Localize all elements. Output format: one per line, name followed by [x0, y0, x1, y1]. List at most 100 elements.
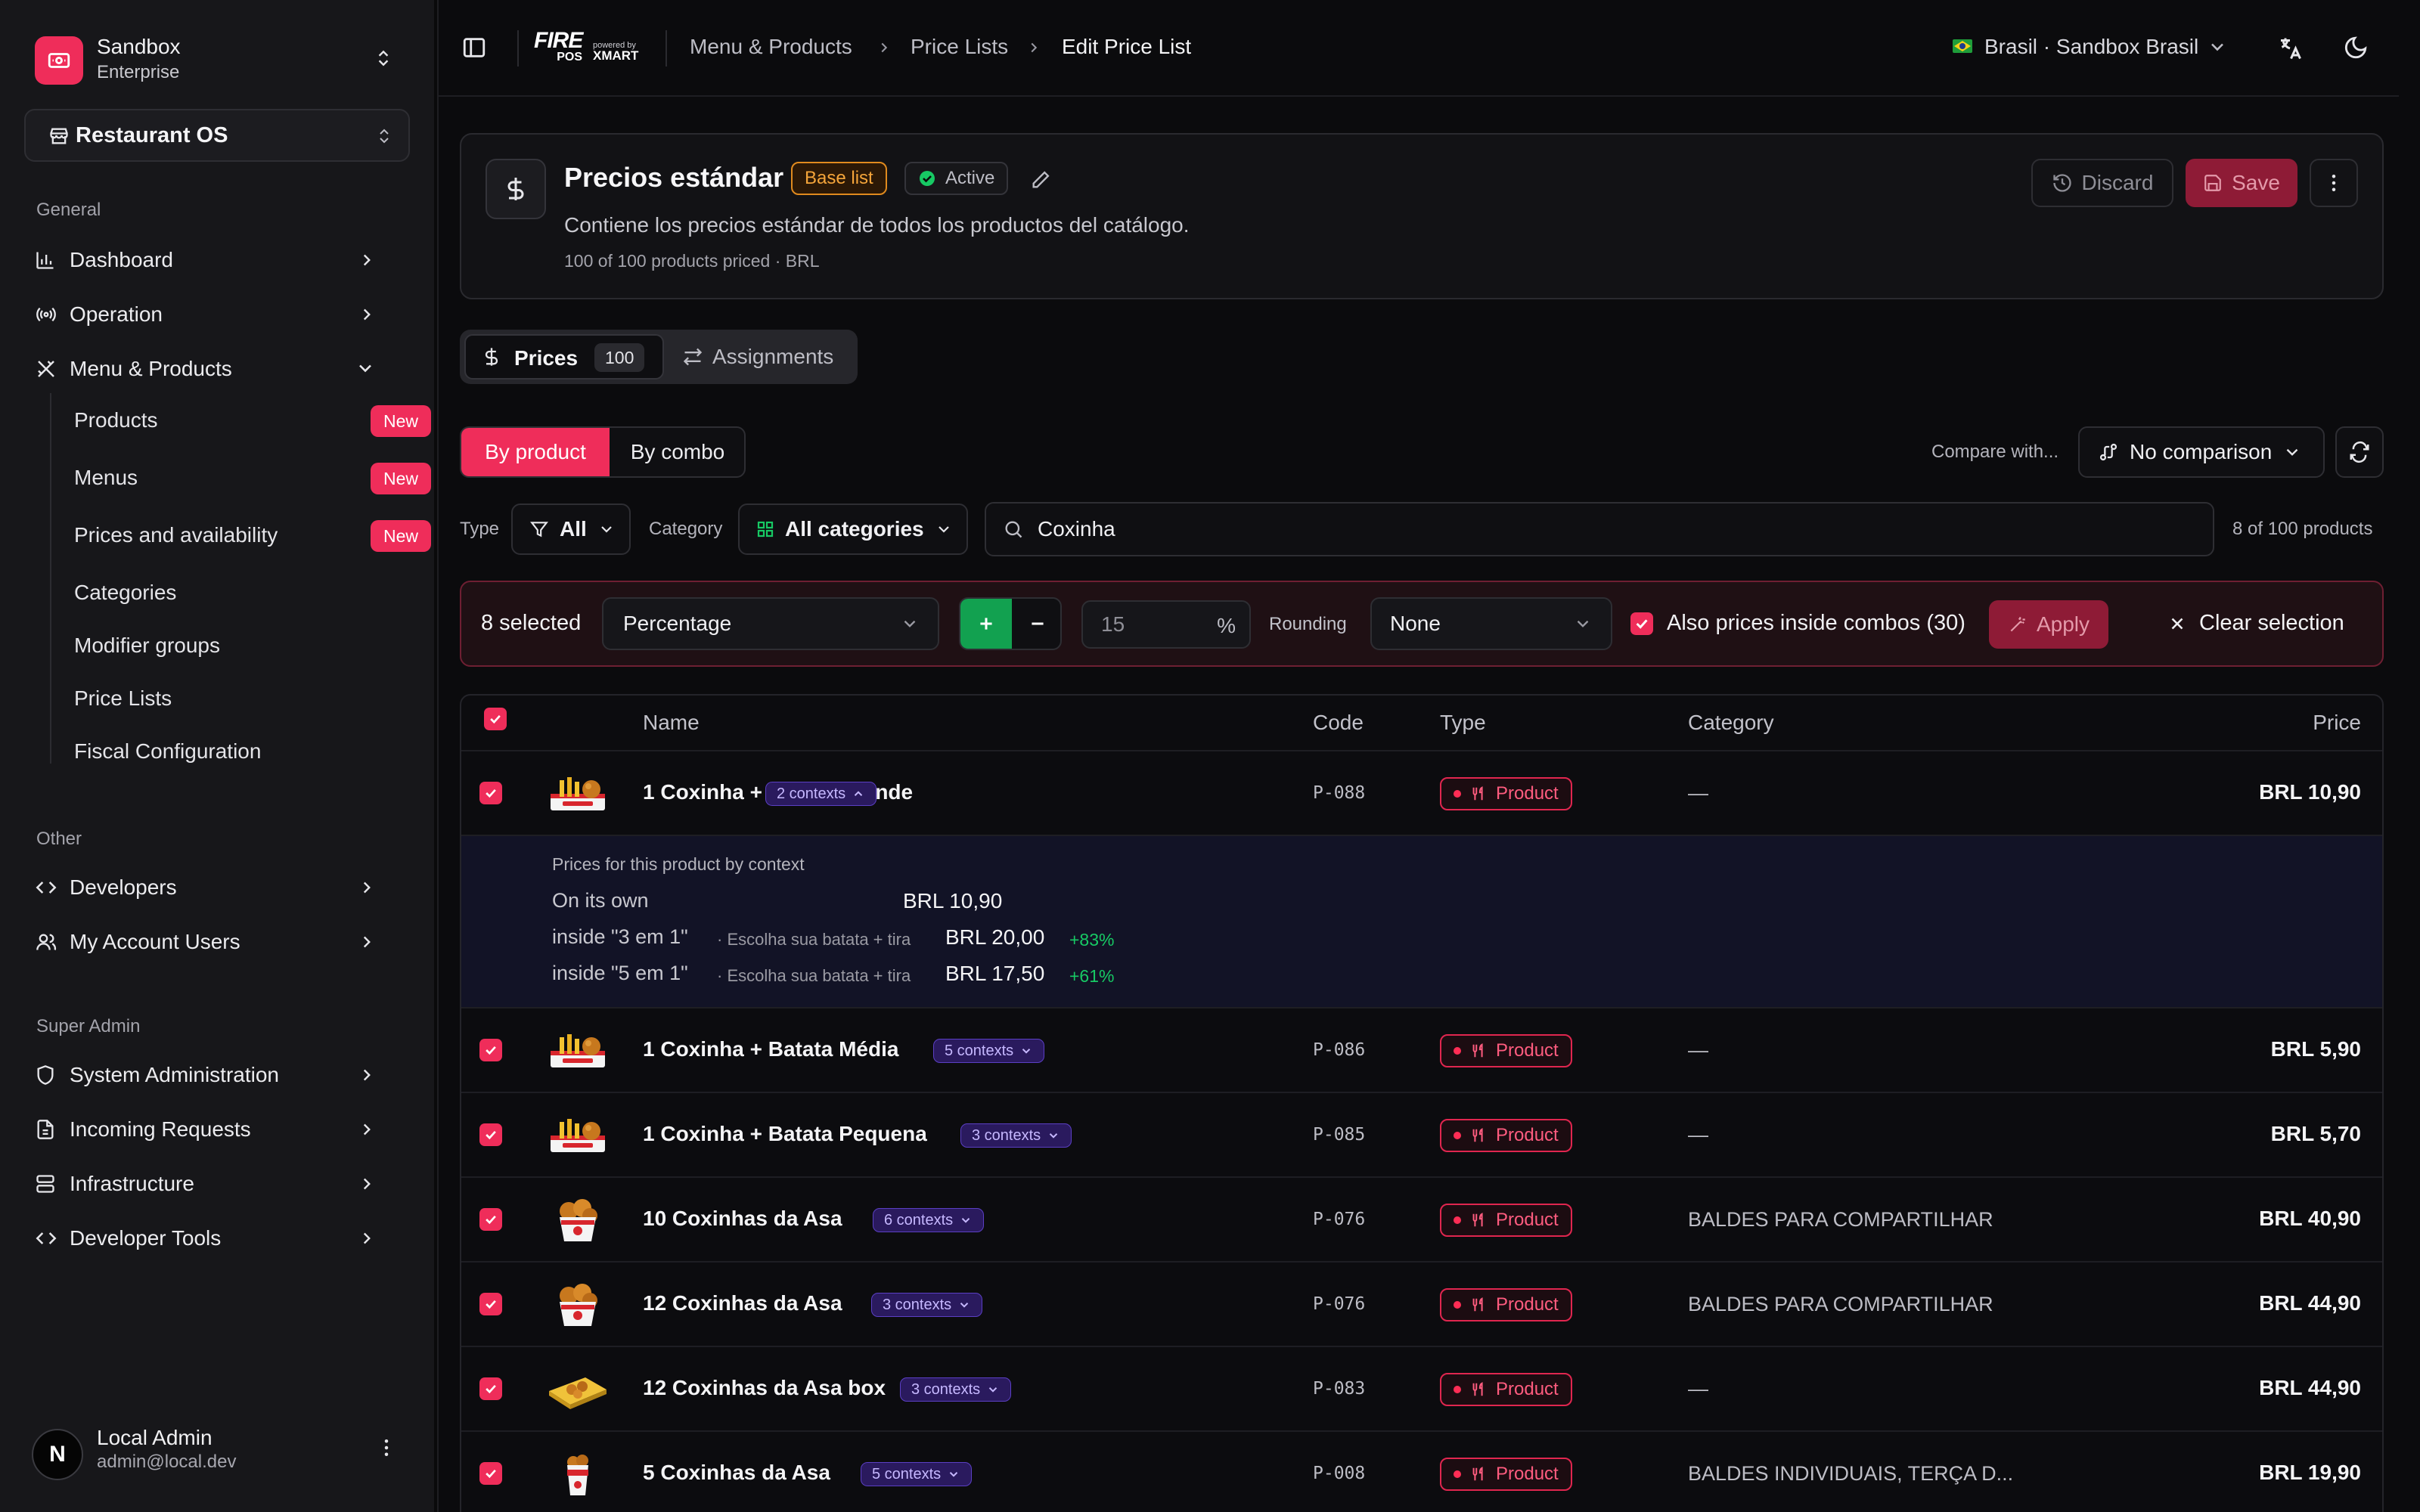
- column-header-category[interactable]: Category: [1688, 696, 1774, 750]
- row-checkbox[interactable]: [479, 1293, 502, 1315]
- tab-prices-label: Prices: [514, 346, 579, 370]
- contexts-toggle[interactable]: 3 contexts: [900, 1377, 1012, 1402]
- table-row[interactable]: 1 Coxinha + Batata Média 5 contexts P-086 P…: [461, 1007, 2382, 1092]
- contexts-toggle[interactable]: 5 contexts: [861, 1462, 973, 1486]
- nav-operation[interactable]: Operation: [35, 293, 405, 336]
- category-filter-select[interactable]: All categories: [738, 503, 968, 555]
- avatar[interactable]: N: [32, 1429, 83, 1480]
- topbar-separator: [517, 30, 519, 67]
- decrease-button[interactable]: [1012, 599, 1060, 649]
- select-all-checkbox[interactable]: [484, 708, 507, 730]
- nav-label: System Administration: [70, 1063, 279, 1086]
- contexts-toggle[interactable]: 6 contexts: [873, 1208, 985, 1232]
- context-prices-panel: Prices for this product by context On it…: [461, 835, 2382, 1009]
- discard-button[interactable]: Discard: [2031, 159, 2173, 207]
- more-actions-button[interactable]: [2310, 159, 2358, 207]
- save-button[interactable]: Save: [2186, 159, 2297, 207]
- row-checkbox[interactable]: [479, 1462, 502, 1485]
- sub-item-menus[interactable]: Menus New: [74, 463, 432, 503]
- row-checkbox[interactable]: [479, 1377, 502, 1400]
- by-combo-button[interactable]: By combo: [610, 428, 744, 476]
- tab-prices[interactable]: Prices 100: [464, 334, 664, 380]
- rounding-select[interactable]: None: [1370, 597, 1612, 650]
- adjust-amount-input[interactable]: 15 %: [1081, 600, 1251, 649]
- sub-item-categories[interactable]: Categories: [74, 581, 176, 605]
- nav-developers[interactable]: Developers: [35, 866, 405, 909]
- adjust-mode-select[interactable]: Percentage: [602, 597, 939, 650]
- table-row[interactable]: 1 Coxinha + Batata Grande2 contextsP-088…: [461, 750, 2382, 835]
- type-filter-select[interactable]: All: [511, 503, 631, 555]
- clear-selection-button[interactable]: Clear selection: [2167, 611, 2344, 636]
- by-product-button[interactable]: By product: [461, 428, 610, 476]
- table-row[interactable]: 1 Coxinha + Batata Pequena 3 contexts P-08…: [461, 1092, 2382, 1176]
- table-row[interactable]: 5 Coxinhas da Asa 5 contexts P-008 Product B…: [461, 1430, 2382, 1512]
- org-name[interactable]: Sandbox: [97, 35, 181, 59]
- sub-item-price-lists[interactable]: Price Lists: [74, 686, 172, 711]
- nav-menu-products[interactable]: Menu & Products: [35, 348, 405, 390]
- nav-infrastructure[interactable]: Infrastructure: [35, 1163, 405, 1205]
- region-selector[interactable]: Brasil · Sandbox Brasil: [1984, 35, 2198, 59]
- compare-select[interactable]: No comparison: [2078, 426, 2325, 478]
- table-row[interactable]: 12 Coxinhas da Asa box 3 contexts P-083 Pro…: [461, 1346, 2382, 1430]
- nav-system-administration[interactable]: System Administration: [35, 1054, 405, 1096]
- chevron-down-icon[interactable]: [2207, 36, 2228, 57]
- product-name[interactable]: 5 Coxinhas da Asa: [643, 1461, 830, 1485]
- contexts-toggle[interactable]: 2 contexts: [765, 782, 877, 806]
- product-price[interactable]: BRL 5,70: [2140, 1122, 2361, 1146]
- table-row[interactable]: 12 Coxinhas da Asa 3 contexts P-076 Product…: [461, 1261, 2382, 1346]
- edit-pencil-icon[interactable]: [1030, 169, 1051, 191]
- workspace-select[interactable]: Restaurant OS: [24, 109, 410, 162]
- sidebar-toggle-icon[interactable]: [461, 35, 487, 60]
- column-header-code[interactable]: Code: [1313, 696, 1364, 750]
- column-header-name[interactable]: Name: [643, 696, 700, 750]
- breadcrumb-price-lists[interactable]: Price Lists: [911, 35, 1008, 59]
- more-vertical-icon[interactable]: [375, 1436, 398, 1459]
- column-header-price[interactable]: Price: [2201, 696, 2361, 750]
- language-icon[interactable]: [2276, 35, 2304, 62]
- nav-developer-tools[interactable]: Developer Tools: [35, 1217, 405, 1259]
- org-switch-chevron-icon[interactable]: [374, 47, 393, 70]
- chevron-right-icon: [357, 931, 377, 953]
- section-general: General: [36, 200, 101, 220]
- column-header-type[interactable]: Type: [1440, 696, 1486, 750]
- refresh-button[interactable]: [2335, 426, 2384, 478]
- org-logo-icon[interactable]: [35, 36, 83, 85]
- product-name[interactable]: 1 Coxinha + Batata Pequena: [643, 1122, 927, 1146]
- row-checkbox[interactable]: [479, 1123, 502, 1146]
- search-input[interactable]: Coxinha: [985, 502, 2214, 556]
- product-price[interactable]: BRL 10,90: [2140, 780, 2361, 804]
- sub-item-modifier-groups[interactable]: Modifier groups: [74, 634, 220, 658]
- type-badge: Product: [1440, 1204, 1572, 1237]
- apply-button[interactable]: Apply: [1989, 600, 2108, 649]
- product-name[interactable]: 12 Coxinhas da Asa: [643, 1291, 842, 1315]
- nav-my-account-users[interactable]: My Account Users: [35, 921, 405, 963]
- contexts-toggle[interactable]: 3 contexts: [871, 1293, 983, 1317]
- contexts-toggle[interactable]: 5 contexts: [933, 1039, 1045, 1063]
- search-icon: [1005, 521, 1022, 538]
- product-name[interactable]: 10 Coxinhas da Asa: [643, 1207, 842, 1231]
- contexts-label: 3 contexts: [972, 1126, 1041, 1144]
- product-price[interactable]: BRL 5,90: [2140, 1037, 2361, 1061]
- nav-incoming-requests[interactable]: Incoming Requests: [35, 1108, 405, 1151]
- breadcrumb-menu-products[interactable]: Menu & Products: [690, 35, 852, 59]
- row-checkbox[interactable]: [479, 1039, 502, 1061]
- row-checkbox[interactable]: [479, 1208, 502, 1231]
- product-price[interactable]: BRL 40,90: [2140, 1207, 2361, 1231]
- row-checkbox[interactable]: [479, 782, 502, 804]
- contexts-toggle[interactable]: 3 contexts: [960, 1123, 1072, 1148]
- product-price[interactable]: BRL 44,90: [2140, 1291, 2361, 1315]
- moon-icon[interactable]: [2343, 35, 2369, 60]
- type-dot: [1454, 1470, 1461, 1478]
- nav-dashboard[interactable]: Dashboard: [35, 239, 405, 281]
- product-price[interactable]: BRL 19,90: [2140, 1461, 2361, 1485]
- table-row[interactable]: 10 Coxinhas da Asa 6 contexts P-076 Product…: [461, 1176, 2382, 1261]
- combos-checkbox[interactable]: [1630, 612, 1653, 635]
- sub-item-fiscal-configuration[interactable]: Fiscal Configuration: [74, 739, 261, 764]
- tab-assignments[interactable]: Assignments: [676, 334, 853, 380]
- product-name[interactable]: 1 Coxinha + Batata Média: [643, 1037, 898, 1061]
- sub-item-prices-availability[interactable]: Prices and availability New: [74, 520, 432, 561]
- product-name[interactable]: 12 Coxinhas da Asa box: [643, 1376, 886, 1400]
- sub-item-products[interactable]: Products New: [74, 405, 432, 446]
- product-price[interactable]: BRL 44,90: [2140, 1376, 2361, 1400]
- increase-button[interactable]: [960, 599, 1012, 649]
